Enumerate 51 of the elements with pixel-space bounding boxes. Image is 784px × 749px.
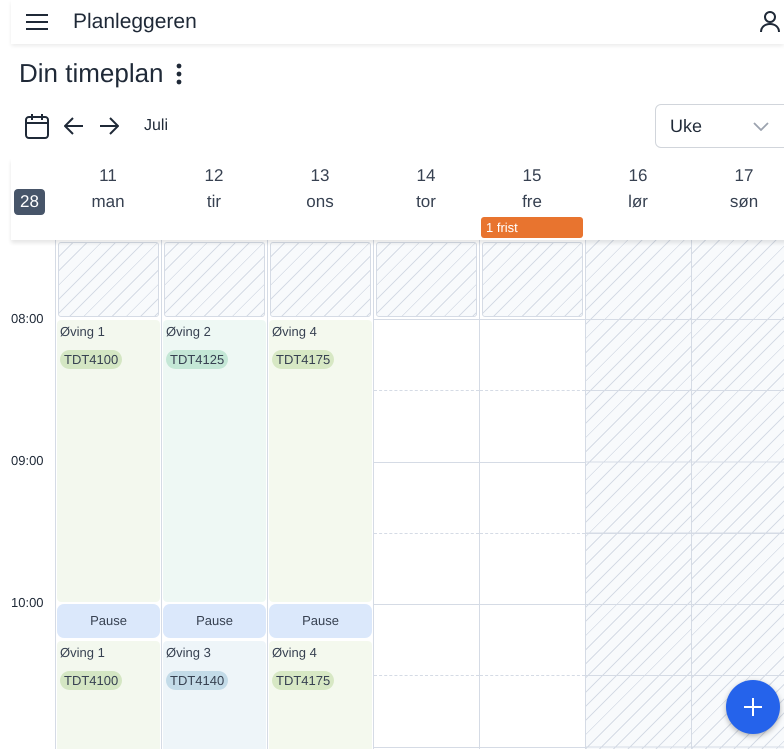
break-block[interactable]: Pause <box>269 604 372 638</box>
day-date: 16 <box>628 165 648 187</box>
arrow-right-icon[interactable] <box>99 117 119 135</box>
chevron-down-icon <box>753 122 769 130</box>
event-block[interactable]: Øving 1 TDT4100 <box>57 320 160 602</box>
event-block[interactable]: Øving 2 TDT4125 <box>163 320 266 602</box>
break-block[interactable]: Pause <box>57 604 160 638</box>
day-date: 13 <box>310 165 330 187</box>
user-icon[interactable] <box>760 11 780 33</box>
course-tag: TDT4125 <box>166 350 228 369</box>
arrow-left-icon[interactable] <box>64 117 84 135</box>
day-name: ons <box>306 191 334 213</box>
event-block[interactable]: Øving 1 TDT4100 <box>57 640 160 749</box>
week-number: 28 <box>14 189 45 215</box>
add-icon <box>744 698 762 716</box>
app-title: Planleggeren <box>73 10 197 34</box>
day-date: 17 <box>734 165 754 187</box>
break-block[interactable]: Pause <box>163 604 266 638</box>
course-tag: TDT4100 <box>60 670 122 690</box>
time-label: 10:00 <box>11 595 44 611</box>
course-tag: TDT4175 <box>272 350 334 369</box>
time-label: 08:00 <box>11 311 44 327</box>
day-name: man <box>91 191 125 213</box>
time-label: 09:00 <box>11 453 44 469</box>
event-title: Øving 4 <box>272 324 317 339</box>
day-date: 15 <box>522 165 542 187</box>
day-name: lør <box>628 191 648 213</box>
more-options-icon[interactable] <box>176 62 182 84</box>
event-title: Øving 3 <box>166 644 211 660</box>
course-tag: TDT4175 <box>272 670 334 690</box>
event-title: Øving 1 <box>60 324 105 339</box>
menu-icon[interactable] <box>26 14 48 30</box>
day-date: 14 <box>416 165 436 187</box>
day-date: 12 <box>204 165 224 187</box>
month-label: Juli <box>144 117 168 135</box>
event-block[interactable]: Øving 3 TDT4140 <box>163 640 266 749</box>
event-title: Øving 2 <box>166 324 211 339</box>
course-tag: TDT4100 <box>60 350 122 369</box>
calendar-icon[interactable] <box>25 114 49 138</box>
day-name: tor <box>416 191 436 213</box>
day-name: tir <box>206 191 222 213</box>
event-block[interactable]: Øving 4 TDT4175 <box>269 640 372 749</box>
day-name: søn <box>730 191 758 213</box>
course-tag: TDT4140 <box>166 670 228 690</box>
event-title: Øving 4 <box>272 644 317 660</box>
view-select[interactable]: Uke <box>655 104 784 148</box>
day-name: fre <box>522 191 542 213</box>
event-block[interactable]: Øving 4 TDT4175 <box>269 320 372 602</box>
day-date: 11 <box>99 165 117 187</box>
event-title: Øving 1 <box>60 644 105 660</box>
page-title: Din timeplan <box>19 58 164 89</box>
